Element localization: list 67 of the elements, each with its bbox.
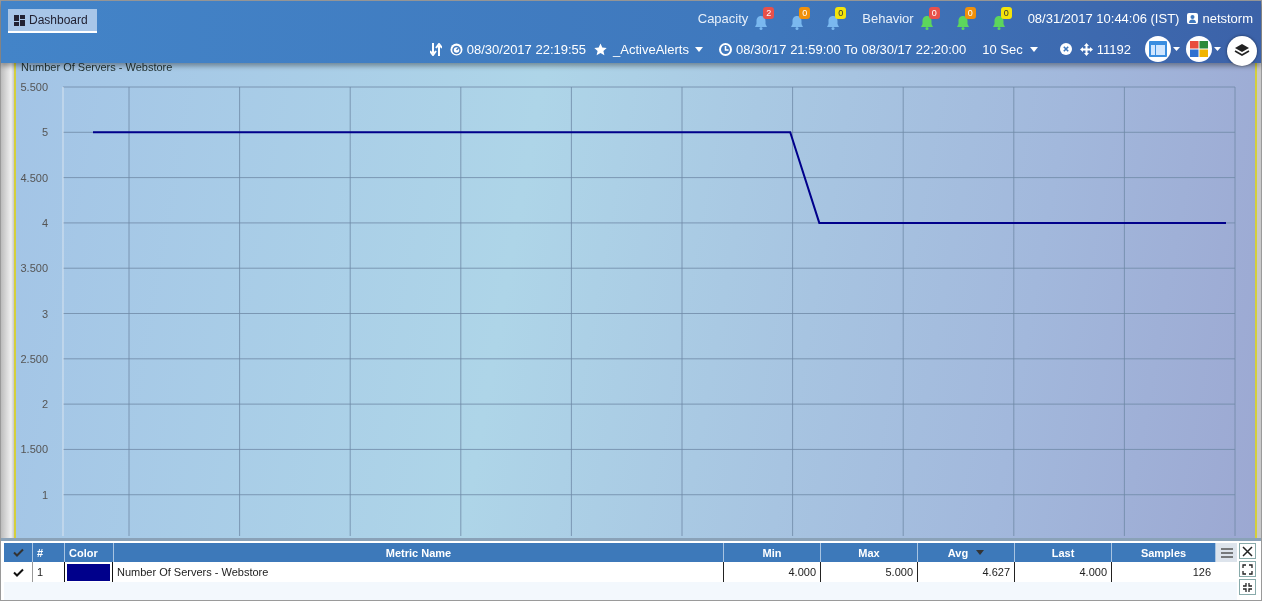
count-badge: 2 — [763, 7, 775, 19]
caret-icon — [1029, 46, 1038, 52]
tiles-icon — [1190, 41, 1208, 57]
table-cell-text: Number Of Servers - Webstore — [116, 565, 270, 580]
alert-bell[interactable]: 2 — [754, 6, 783, 30]
close-icon — [1242, 545, 1253, 557]
layout-icon — [1149, 41, 1167, 57]
caret-icon — [1214, 47, 1221, 51]
count-badge: 0 — [835, 7, 847, 19]
gauge-icon — [449, 42, 463, 56]
y-tick-label: 2 — [41, 398, 48, 411]
time-range[interactable]: 08/30/17 21:59:00 To 08/30/17 22:20:00 — [718, 41, 967, 57]
panel-title: Number Of Servers - Webstore — [21, 61, 173, 73]
alert-bell[interactable]: 0 — [790, 6, 819, 30]
bell-icon — [991, 15, 1006, 30]
expand-icon — [1242, 563, 1253, 575]
y-tick-label: 3.500 — [20, 262, 48, 275]
y-tick-label: 3 — [41, 307, 48, 320]
count-badge: 0 — [964, 7, 976, 19]
user-icon — [1187, 12, 1199, 24]
current-datetime: 08/31/2017 10:44:06 (IST) — [1027, 10, 1180, 26]
bell-icon — [754, 15, 769, 30]
star-icon — [594, 42, 608, 56]
maximize-button[interactable] — [1239, 561, 1256, 577]
y-tick-label: 5 — [41, 126, 48, 139]
restore-button[interactable] — [1239, 579, 1256, 595]
capacity-label: Capacity — [697, 10, 749, 26]
collapse-icon — [1242, 581, 1253, 593]
bell-icon — [955, 15, 970, 30]
widget-menu[interactable] — [1186, 36, 1221, 62]
count-badge: 0 — [1000, 7, 1012, 19]
clock-icon — [718, 42, 732, 56]
check-icon — [12, 548, 24, 557]
bell-icon — [790, 15, 805, 30]
snapshot-time[interactable]: 08/30/2017 22:19:55 — [449, 41, 587, 57]
close-button[interactable] — [1239, 543, 1256, 559]
layout-menu[interactable] — [1145, 36, 1180, 62]
layers-button[interactable] — [1227, 36, 1257, 66]
caret-icon — [1173, 47, 1180, 51]
sort-arrows-icon[interactable] — [429, 42, 442, 56]
alert-bell[interactable]: 0 — [919, 6, 948, 30]
alert-bell[interactable]: 0 — [955, 6, 984, 30]
close-circle-icon[interactable] — [1059, 43, 1072, 55]
favorite-dropdown[interactable]: _ActiveAlerts — [594, 41, 703, 57]
menu-icon — [1220, 547, 1233, 558]
alert-bell[interactable]: 0 — [991, 6, 1020, 30]
y-tick-label: 4.500 — [20, 171, 48, 184]
alert-bell[interactable]: 0 — [826, 6, 855, 30]
bell-icon — [919, 15, 934, 30]
move-count[interactable]: 11192 — [1079, 41, 1131, 57]
y-tick-label: 1 — [41, 488, 48, 501]
y-tick-label: 4 — [41, 216, 48, 229]
behavior-label: Behavior — [862, 10, 914, 26]
count-badge: 0 — [928, 7, 940, 19]
grid-icon — [14, 14, 25, 26]
y-tick-label: 1.500 — [20, 443, 48, 456]
bell-icon — [826, 15, 841, 30]
move-icon — [1079, 42, 1093, 56]
interval-dropdown[interactable]: 10 Sec — [982, 41, 1038, 57]
tab[interactable]: Dashboard — [8, 9, 97, 33]
caret-icon — [694, 46, 703, 52]
user-menu[interactable]: netstorm — [1187, 10, 1253, 26]
layers-icon — [1234, 43, 1250, 59]
y-tick-label: 5.500 — [20, 81, 48, 93]
check-icon — [12, 567, 24, 577]
count-badge: 0 — [799, 7, 811, 19]
y-tick-label: 2.500 — [20, 352, 48, 365]
